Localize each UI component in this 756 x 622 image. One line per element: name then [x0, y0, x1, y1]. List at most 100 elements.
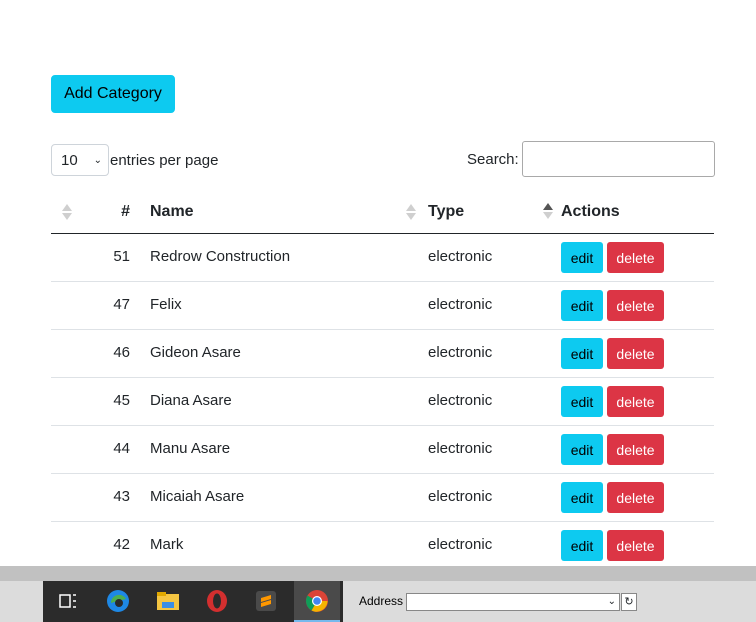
edit-button[interactable]: edit — [561, 530, 603, 561]
search-control: Search: — [467, 141, 715, 177]
row-actions: edit delete — [561, 521, 714, 570]
row-id: 43 — [76, 473, 150, 522]
delete-button[interactable]: delete — [607, 338, 664, 369]
row-type: electronic — [428, 329, 561, 378]
address-input[interactable]: ⌄ — [406, 593, 620, 611]
address-label: Address — [359, 594, 404, 608]
entries-label: entries per page — [110, 151, 219, 169]
row-id-text: 43 — [113, 488, 130, 505]
table-row: 46 Gideon Asare electronic edit delete — [51, 329, 714, 378]
header-actions: Actions — [561, 190, 714, 234]
row-actions: edit delete — [561, 233, 714, 282]
chevron-down-icon[interactable]: ⌄ — [608, 596, 616, 607]
row-actions: edit delete — [561, 281, 714, 330]
row-type-text: electronic — [428, 488, 493, 505]
task-view-icon[interactable] — [56, 589, 80, 613]
table-row: 44 Manu Asare electronic edit delete — [51, 425, 714, 474]
row-type: electronic — [428, 473, 561, 522]
horizontal-scrollbar[interactable] — [0, 566, 756, 581]
delete-button[interactable]: delete — [607, 530, 664, 561]
row-name-text: Micaiah Asare — [150, 488, 245, 505]
row-sort-cell — [51, 425, 76, 474]
row-id: 45 — [76, 377, 150, 426]
row-name-text: Diana Asare — [150, 392, 232, 409]
delete-button[interactable]: delete — [607, 242, 664, 273]
row-type-text: electronic — [428, 344, 493, 361]
chrome-icon — [305, 589, 329, 613]
sublime-text-icon[interactable] — [254, 589, 278, 613]
row-name: Diana Asare — [150, 377, 428, 426]
file-explorer-icon[interactable] — [156, 589, 180, 613]
row-type-text: electronic — [428, 248, 493, 265]
row-actions: edit delete — [561, 377, 714, 426]
delete-button[interactable]: delete — [607, 434, 664, 465]
edge-icon[interactable] — [106, 589, 130, 613]
edit-button[interactable]: edit — [561, 242, 603, 273]
row-name-text: Gideon Asare — [150, 344, 241, 361]
header-name[interactable]: Name — [150, 190, 428, 234]
row-type-text: electronic — [428, 440, 493, 457]
delete-button[interactable]: delete — [607, 482, 664, 513]
chevron-down-icon: ⌄ — [93, 154, 102, 166]
row-id-text: 44 — [113, 440, 130, 457]
row-sort-cell — [51, 473, 76, 522]
table-row: 51 Redrow Construction electronic edit delet… — [51, 233, 714, 282]
entries-per-page-control: 10 ⌄ entries per page — [51, 144, 218, 176]
row-sort-cell — [51, 521, 76, 570]
row-name-text: Manu Asare — [150, 440, 231, 457]
header-name-label: Name — [150, 202, 194, 220]
row-id-text: 51 — [113, 248, 130, 265]
table-row: 47 Felix electronic edit delete — [51, 281, 714, 330]
edit-button[interactable]: edit — [561, 290, 603, 321]
sort-column-header[interactable] — [51, 190, 76, 234]
row-name-text: Redrow Construction — [150, 248, 291, 265]
row-type: electronic — [428, 377, 561, 426]
header-type[interactable]: Type — [428, 190, 561, 234]
entries-select[interactable]: 10 ⌄ — [51, 144, 109, 176]
taskbar: Address ⌄ ↻ — [0, 581, 756, 622]
edit-button[interactable]: edit — [561, 338, 603, 369]
row-name: Gideon Asare — [150, 329, 428, 378]
row-type-text: electronic — [428, 296, 493, 313]
entries-select-value: 10 — [61, 151, 78, 169]
row-type-text: electronic — [428, 536, 493, 553]
table-header-row: # Name Type Actions — [51, 190, 714, 234]
taskbar-apps — [43, 581, 343, 622]
chrome-taskbar-tile[interactable] — [294, 581, 340, 622]
edit-button[interactable]: edit — [561, 386, 603, 417]
row-name: Micaiah Asare — [150, 473, 428, 522]
delete-button[interactable]: delete — [607, 386, 664, 417]
row-id-text: 45 — [113, 392, 130, 409]
row-type-text: electronic — [428, 392, 493, 409]
header-type-label: Type — [428, 202, 465, 220]
row-name-text: Mark — [150, 536, 184, 553]
row-actions: edit delete — [561, 473, 714, 522]
row-name-text: Felix — [150, 296, 182, 313]
search-input[interactable] — [521, 141, 715, 177]
row-sort-cell — [51, 233, 76, 282]
row-id: 44 — [76, 425, 150, 474]
add-category-button[interactable]: Add Category — [51, 75, 175, 113]
opera-icon[interactable] — [205, 589, 229, 613]
row-id: 51 — [76, 233, 150, 282]
row-type: electronic — [428, 281, 561, 330]
edit-button[interactable]: edit — [561, 434, 603, 465]
refresh-icon[interactable]: ↻ — [621, 593, 637, 611]
row-actions: edit delete — [561, 329, 714, 378]
row-id-text: 42 — [113, 536, 130, 553]
categories-table: # Name Type Actions 51 Redrow Constructio… — [51, 190, 714, 570]
delete-button[interactable]: delete — [607, 290, 664, 321]
row-id: 42 — [76, 521, 150, 570]
search-label: Search: — [467, 150, 519, 168]
row-sort-cell — [51, 329, 76, 378]
header-num[interactable]: # — [76, 190, 150, 234]
edit-button[interactable]: edit — [561, 482, 603, 513]
row-sort-cell — [51, 281, 76, 330]
row-name: Manu Asare — [150, 425, 428, 474]
row-name: Redrow Construction — [150, 233, 428, 282]
sort-icon — [62, 204, 72, 220]
row-type: electronic — [428, 233, 561, 282]
row-name: Mark — [150, 521, 428, 570]
table-row: 42 Mark electronic edit delete — [51, 521, 714, 570]
row-id: 47 — [76, 281, 150, 330]
